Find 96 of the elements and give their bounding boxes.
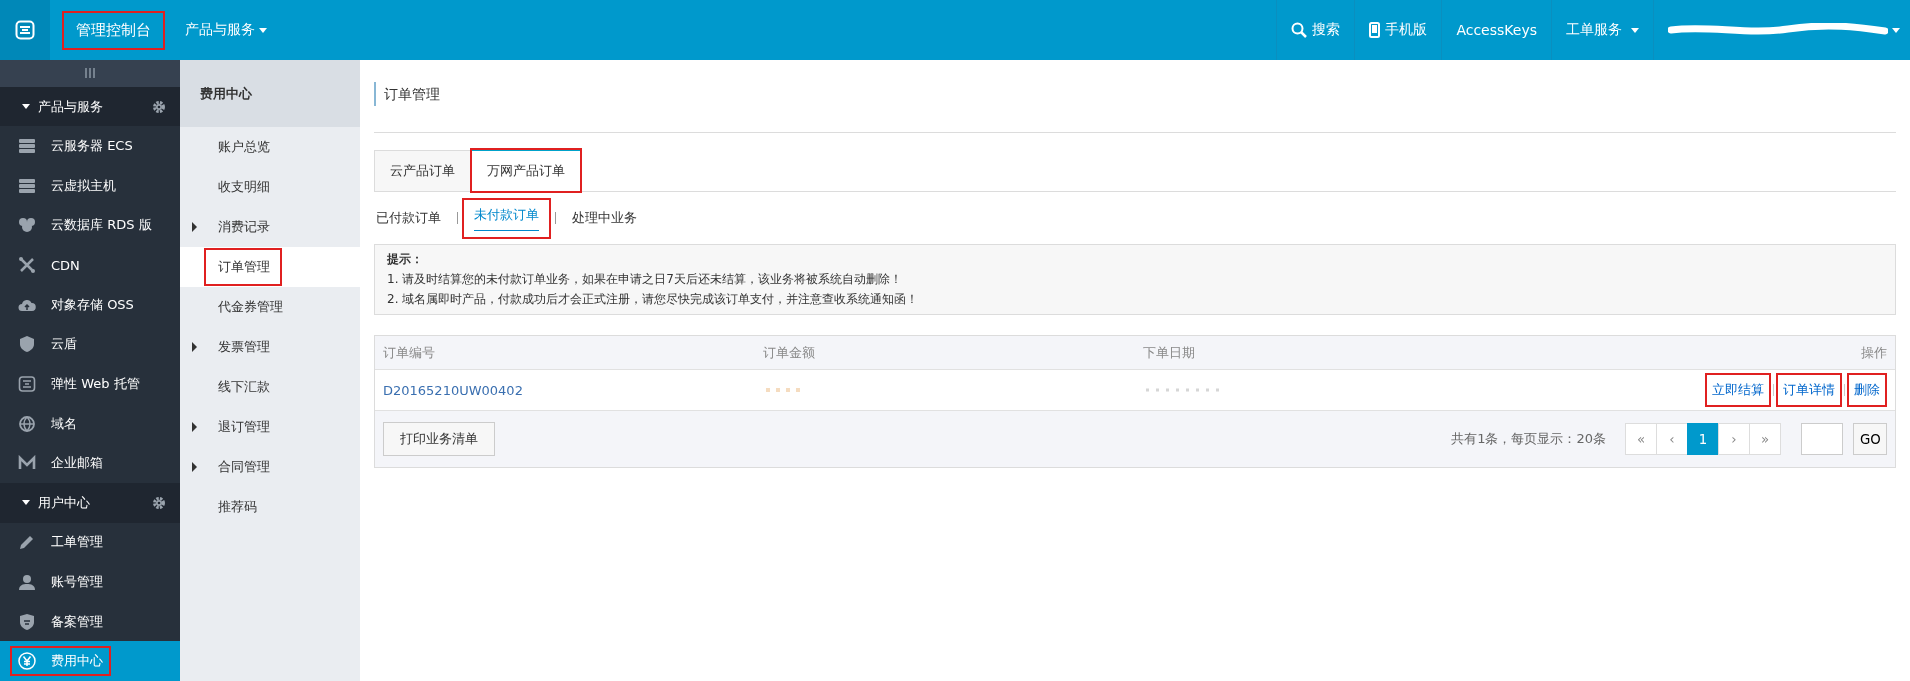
sidebar-item[interactable]: 云数据库 RDS 版 bbox=[0, 205, 180, 246]
sidebar-item-label: 云数据库 RDS 版 bbox=[51, 216, 152, 235]
pencil-icon bbox=[18, 534, 36, 551]
collapse-icon[interactable] bbox=[84, 68, 96, 79]
phone-icon bbox=[1369, 22, 1381, 38]
sidebar-item[interactable]: 备案管理 bbox=[0, 601, 180, 642]
submenu-item[interactable]: 收支明细 bbox=[180, 167, 360, 207]
column-header: 操作 bbox=[1860, 343, 1888, 362]
shield-icon bbox=[18, 336, 36, 353]
sidebar-section-header[interactable]: 产品与服务 bbox=[0, 86, 180, 127]
order-number-link[interactable]: D20165210UW00402 bbox=[383, 382, 523, 398]
column-header: 下单日期 bbox=[1143, 343, 1196, 362]
tab[interactable]: 云产品订单 bbox=[374, 150, 471, 191]
sidebar-item-label: 对象存储 OSS bbox=[51, 295, 134, 314]
page-button[interactable]: » bbox=[1749, 423, 1781, 455]
subtab[interactable]: 已付款订单 bbox=[374, 201, 453, 235]
submenu-item-label: 推荐码 bbox=[217, 498, 258, 516]
submenu-item-label: 退订管理 bbox=[217, 418, 271, 436]
page-button[interactable]: « bbox=[1625, 423, 1657, 455]
caret-icon bbox=[22, 104, 30, 110]
submenu-title: 费用中心 bbox=[200, 84, 252, 103]
sidebar-item[interactable]: 对象存储 OSS bbox=[0, 284, 180, 325]
submenu-item[interactable]: 订单管理 bbox=[180, 247, 360, 287]
mail-icon bbox=[18, 455, 36, 472]
sidebar-item[interactable]: 账号管理 bbox=[0, 562, 180, 602]
submenu-item[interactable]: 合同管理 bbox=[180, 447, 360, 487]
submenu-item[interactable]: 代金券管理 bbox=[180, 287, 360, 327]
action-link[interactable]: 删除 bbox=[1847, 373, 1887, 407]
submenu-item[interactable]: 线下汇款 bbox=[180, 367, 360, 407]
print-button[interactable]: 打印业务清单 bbox=[383, 422, 495, 456]
sidebar-item[interactable]: CDN bbox=[0, 245, 180, 285]
notice-text: 1. 请及时结算您的未付款订单业务，如果在申请之日7天后还未结算，该业务将被系统自动删除！ bbox=[387, 271, 903, 288]
globe-icon bbox=[18, 415, 36, 432]
page-title: 订单管理 bbox=[374, 82, 440, 106]
sidebar-item[interactable]: 工单管理 bbox=[0, 522, 180, 563]
sidebar-item[interactable]: 云盾 bbox=[0, 324, 180, 365]
submenu-item-label: 合同管理 bbox=[217, 458, 271, 476]
pagination-summary: 共有1条，每页显示：20条 bbox=[1451, 430, 1606, 448]
notice-text: 2. 域名属即时产品，付款成功后才会正式注册，请您尽快完成该订单支付，并注意查收系统通知函！ bbox=[387, 291, 920, 308]
settings-icon[interactable] bbox=[152, 495, 166, 510]
web-hosting-icon bbox=[18, 375, 36, 392]
submenu-item-label: 消费记录 bbox=[217, 218, 271, 236]
column-header: 订单金额 bbox=[763, 343, 816, 362]
section-title: 产品与服务 bbox=[38, 97, 104, 116]
sidebar-item[interactable]: 云服务器 ECS bbox=[0, 126, 180, 166]
yen-icon bbox=[18, 652, 36, 671]
sidebar-item-label: 费用中心 bbox=[51, 652, 103, 671]
page-button[interactable]: ‹ bbox=[1656, 423, 1688, 455]
submenu-item[interactable]: 退订管理 bbox=[180, 407, 360, 447]
subtab[interactable]: 未付款订单 bbox=[462, 197, 551, 239]
tab[interactable]: 万网产品订单 bbox=[471, 149, 581, 192]
notice-title: 提示： bbox=[387, 251, 424, 268]
action-link[interactable]: 立即结算 bbox=[1705, 373, 1771, 407]
search-icon bbox=[1291, 22, 1308, 38]
sidebar-item-label: 工单管理 bbox=[51, 533, 103, 552]
sidebar-item-label: CDN bbox=[51, 257, 80, 273]
action-link[interactable]: 订单详情 bbox=[1776, 373, 1842, 407]
server-icon bbox=[18, 138, 36, 155]
database-icon bbox=[18, 217, 36, 234]
submenu-item[interactable]: 账户总览 bbox=[180, 127, 360, 167]
logo-icon[interactable] bbox=[15, 20, 35, 40]
submenu-item[interactable]: 推荐码 bbox=[180, 487, 360, 527]
sidebar-item-label: 云服务器 ECS bbox=[51, 137, 133, 156]
go-button[interactable]: GO bbox=[1853, 423, 1887, 455]
sidebar-item-label: 账号管理 bbox=[51, 573, 103, 592]
sidebar-item-label: 企业邮箱 bbox=[51, 454, 103, 473]
caret-icon bbox=[22, 500, 30, 506]
subtab[interactable]: 处理中业务 bbox=[560, 201, 649, 235]
section-title: 用户中心 bbox=[38, 493, 91, 512]
submenu-item-label: 代金券管理 bbox=[217, 298, 284, 316]
settings-icon[interactable] bbox=[152, 99, 166, 114]
filing-badge-icon bbox=[18, 613, 36, 630]
sidebar-item-label: 备案管理 bbox=[51, 612, 103, 631]
sidebar-item-label: 云盾 bbox=[51, 335, 77, 354]
sidebar-item-label: 域名 bbox=[51, 414, 77, 433]
column-header: 订单编号 bbox=[382, 343, 436, 362]
sidebar-item[interactable]: 企业邮箱 bbox=[0, 443, 180, 483]
sidebar-item[interactable]: 弹性 Web 托管 bbox=[0, 364, 180, 404]
submenu-item-label: 订单管理 bbox=[204, 248, 282, 286]
submenu-item[interactable]: 消费记录 bbox=[180, 207, 360, 247]
page-button[interactable]: › bbox=[1718, 423, 1750, 455]
user-icon bbox=[18, 574, 36, 591]
sidebar-item[interactable]: 域名 bbox=[0, 403, 180, 444]
submenu-item-label: 账户总览 bbox=[217, 138, 271, 156]
sidebar-item-label: 弹性 Web 托管 bbox=[51, 374, 140, 393]
submenu-item-label: 发票管理 bbox=[217, 338, 271, 356]
sidebar-item[interactable]: 云虚拟主机 bbox=[0, 166, 180, 206]
caret-icon[interactable] bbox=[1892, 27, 1900, 33]
server-icon bbox=[18, 177, 36, 194]
sidebar-section-header[interactable]: 用户中心 bbox=[0, 483, 180, 523]
submenu-item[interactable]: 发票管理 bbox=[180, 327, 360, 367]
sidebar-item-label: 云虚拟主机 bbox=[51, 176, 116, 195]
page-input[interactable] bbox=[1801, 423, 1843, 455]
submenu-item-label: 线下汇款 bbox=[217, 378, 271, 396]
network-icon bbox=[18, 257, 36, 274]
submenu-item-label: 收支明细 bbox=[217, 178, 271, 196]
